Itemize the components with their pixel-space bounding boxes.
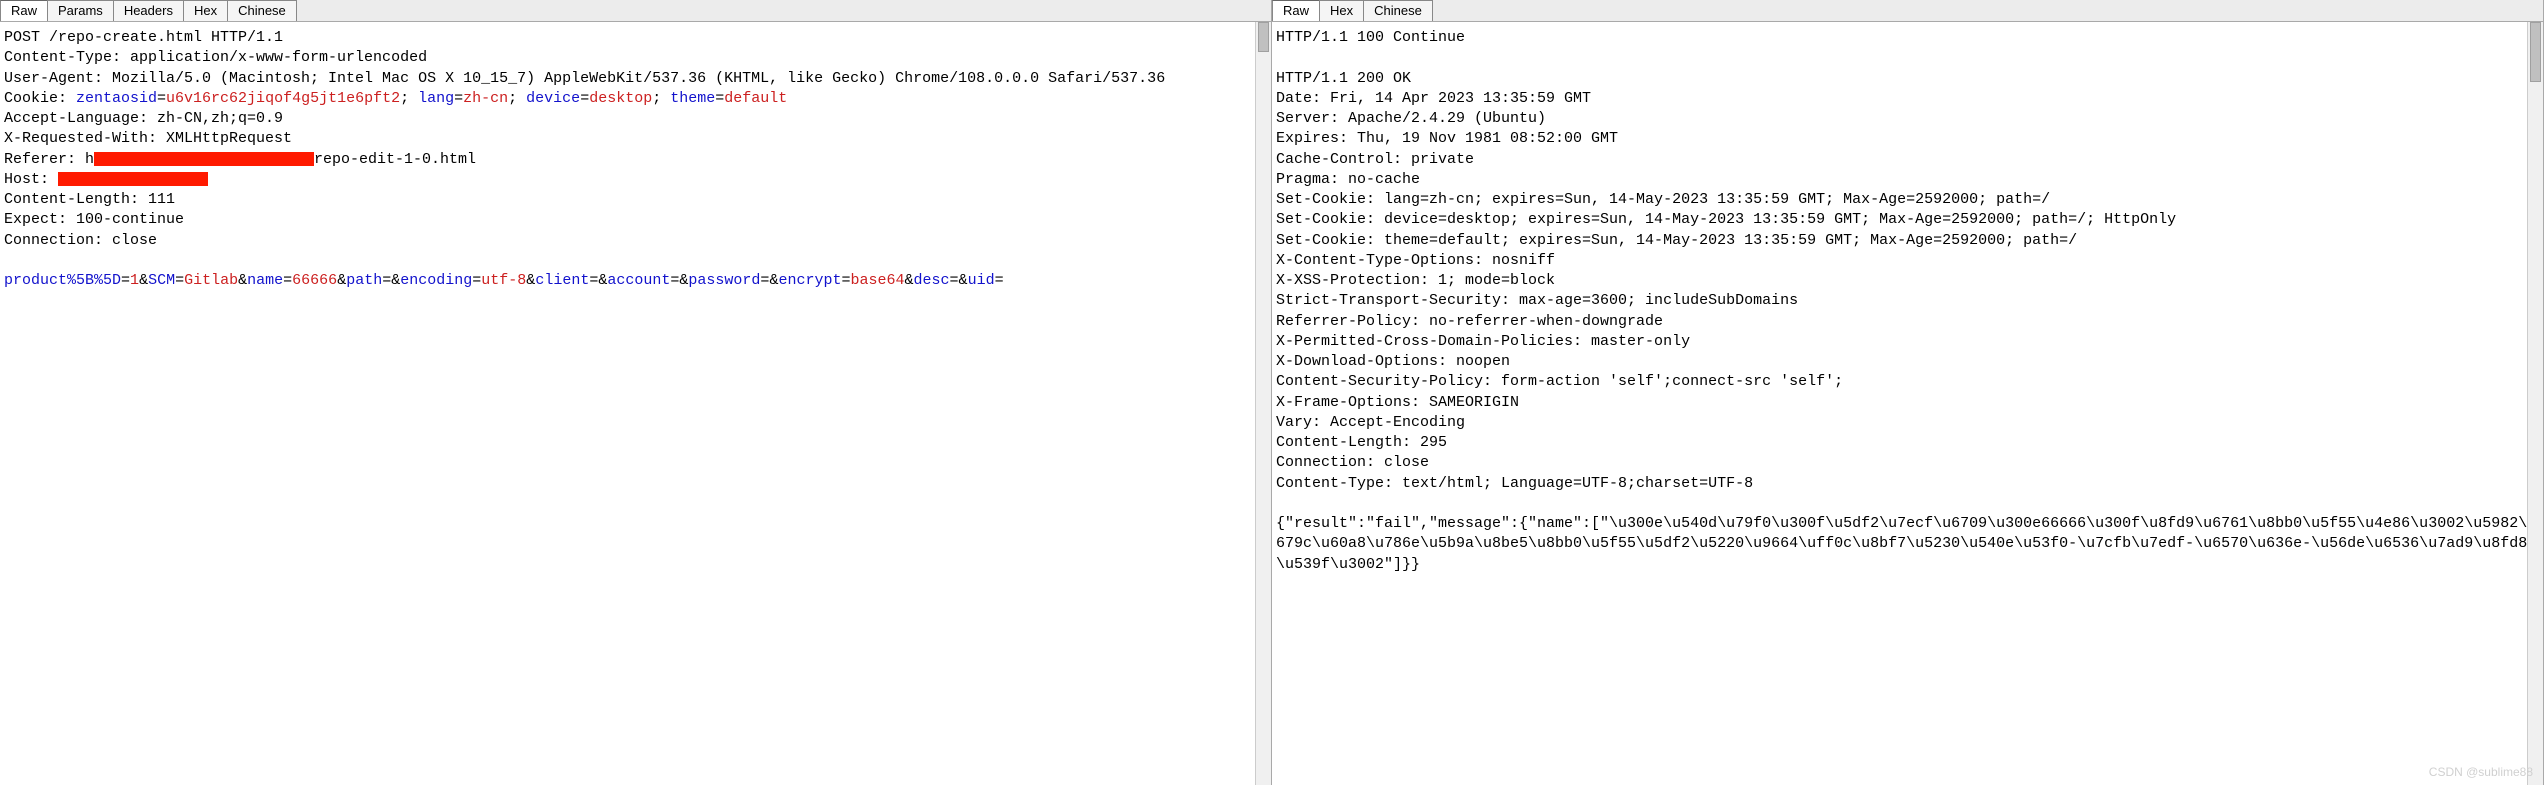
redacted-block	[58, 172, 208, 186]
scroll-thumb[interactable]	[1258, 22, 1269, 52]
response-tab-raw[interactable]: Raw	[1272, 0, 1320, 21]
response-tab-chinese[interactable]: Chinese	[1363, 0, 1433, 21]
request-tab-params[interactable]: Params	[47, 0, 114, 21]
request-tab-headers[interactable]: Headers	[113, 0, 184, 21]
scroll-thumb[interactable]	[2530, 22, 2541, 82]
response-tab-bar: RawHexChinese	[1272, 0, 2543, 22]
response-pane: RawHexChinese HTTP/1.1 100 Continue HTTP…	[1272, 0, 2544, 785]
request-content[interactable]: POST /repo-create.html HTTP/1.1 Content-…	[0, 22, 1271, 785]
request-tab-hex[interactable]: Hex	[183, 0, 228, 21]
response-scrollbar[interactable]	[2527, 22, 2543, 785]
request-tab-bar: RawParamsHeadersHexChinese	[0, 0, 1271, 22]
request-pane: RawParamsHeadersHexChinese POST /repo-cr…	[0, 0, 1272, 785]
response-tab-hex[interactable]: Hex	[1319, 0, 1364, 21]
response-content[interactable]: HTTP/1.1 100 Continue HTTP/1.1 200 OK Da…	[1272, 22, 2543, 785]
redacted-block	[94, 152, 314, 166]
request-tab-raw[interactable]: Raw	[0, 0, 48, 21]
request-scrollbar[interactable]	[1255, 22, 1271, 785]
request-tab-chinese[interactable]: Chinese	[227, 0, 297, 21]
